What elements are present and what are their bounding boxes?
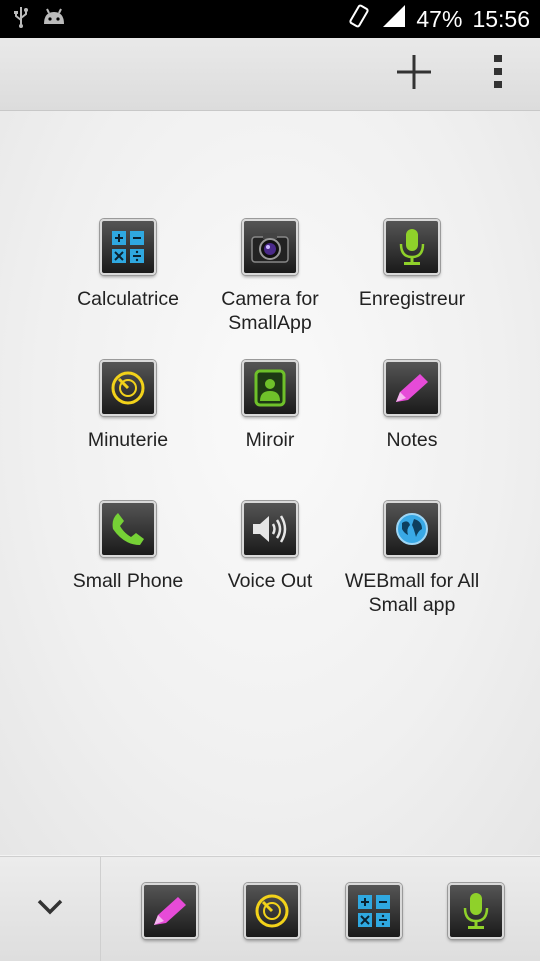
app-voice-out[interactable]: Voice Out xyxy=(199,501,341,593)
app-miroir[interactable]: Miroir xyxy=(199,360,341,452)
rotation-icon xyxy=(346,3,372,35)
app-label: WEBmall for All Small app xyxy=(344,570,480,616)
app-label: Notes xyxy=(386,429,438,451)
app-label: Voice Out xyxy=(227,570,313,592)
camera-icon xyxy=(242,219,298,275)
app-label: Camera for SmallApp xyxy=(221,288,319,334)
small-apps-grid: Calculatrice Camera for SmallApp Enregis… xyxy=(0,111,540,855)
app-label: Minuterie xyxy=(87,429,169,451)
app-notes[interactable]: Notes xyxy=(341,360,483,452)
phone-icon xyxy=(100,501,156,557)
clock: 15:56 xyxy=(472,5,530,32)
microphone-icon xyxy=(384,219,440,275)
app-camera-for-smallapp[interactable]: Camera for SmallApp xyxy=(199,219,341,335)
status-bar: 47% 15:56 xyxy=(0,0,540,38)
signal-icon xyxy=(382,4,406,34)
small-apps-dock xyxy=(0,856,540,961)
timer-icon xyxy=(100,360,156,416)
dock-item-notes[interactable] xyxy=(142,883,198,939)
calculator-icon xyxy=(100,219,156,275)
app-webmall[interactable]: WEBmall for All Small app xyxy=(341,501,483,617)
speaker-icon xyxy=(242,501,298,557)
plus-icon xyxy=(396,54,432,95)
dock-item-minuterie[interactable] xyxy=(244,883,300,939)
app-label: Miroir xyxy=(245,429,295,451)
dock-item-enregistreur[interactable] xyxy=(448,883,504,939)
action-bar xyxy=(0,38,540,111)
chevron-down-icon xyxy=(36,898,64,921)
mirror-icon xyxy=(242,360,298,416)
app-small-phone[interactable]: Small Phone xyxy=(57,501,199,593)
dock-item-calculatrice[interactable] xyxy=(346,883,402,939)
microphone-icon xyxy=(448,883,504,939)
app-label: Small Phone xyxy=(72,570,184,592)
overflow-menu-icon xyxy=(493,54,503,95)
app-calculatrice[interactable]: Calculatrice xyxy=(57,219,199,311)
pencil-icon xyxy=(142,883,198,939)
battery-percentage: 47% xyxy=(416,5,463,32)
app-enregistreur[interactable]: Enregistreur xyxy=(341,219,483,311)
overflow-menu-button[interactable] xyxy=(462,38,534,110)
collapse-dock-button[interactable] xyxy=(0,857,101,961)
globe-icon xyxy=(384,501,440,557)
app-label: Enregistreur xyxy=(358,288,466,310)
app-minuterie[interactable]: Minuterie xyxy=(57,360,199,452)
pencil-icon xyxy=(384,360,440,416)
app-label: Calculatrice xyxy=(77,288,179,310)
calculator-icon xyxy=(346,883,402,939)
usb-icon xyxy=(14,6,28,33)
add-button[interactable] xyxy=(378,38,450,110)
android-debug-icon xyxy=(42,8,66,31)
timer-icon xyxy=(244,883,300,939)
